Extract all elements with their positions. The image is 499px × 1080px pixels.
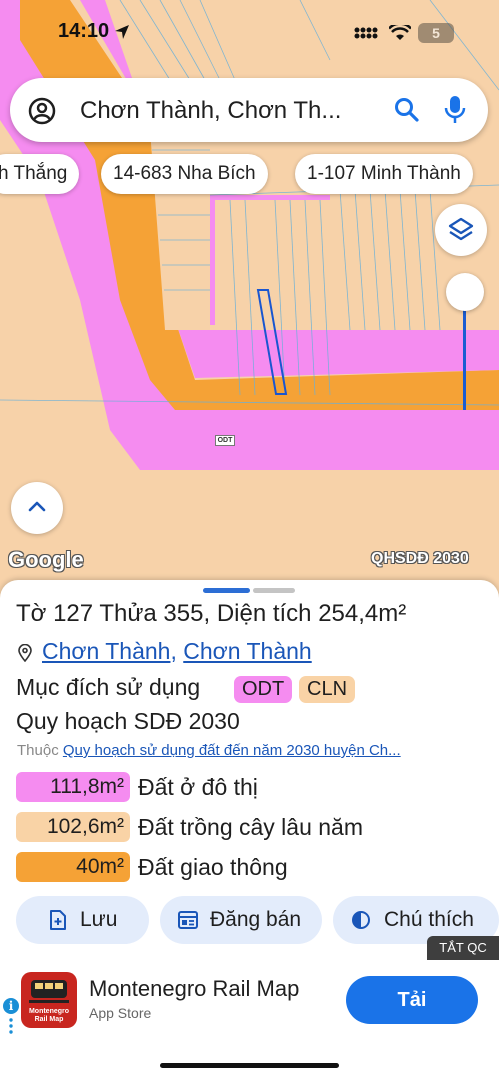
chip-parcel-3[interactable]: 1-107 Minh Thành <box>295 154 473 194</box>
search-icon[interactable] <box>394 97 420 123</box>
wifi-icon <box>389 25 411 40</box>
address-separator: , <box>170 638 184 664</box>
ad-info-icon[interactable]: i <box>3 998 19 1014</box>
account-icon[interactable] <box>28 97 56 125</box>
app-icon-text: Rail Map <box>34 1016 64 1023</box>
post-sale-button[interactable]: Đăng bán <box>160 896 322 944</box>
chip-parcel-1[interactable]: h Thắng <box>0 154 80 194</box>
chevron-up-icon <box>28 501 46 512</box>
app-icon[interactable]: Montenegro Rail Map <box>21 972 77 1028</box>
layers-icon <box>448 217 474 241</box>
map-layer-label: QHSDĐ 2030 <box>371 550 469 567</box>
chip-parcel-2[interactable]: 14-683 Nha Bích <box>101 154 268 194</box>
plan-title: Quy hoạch SDĐ 2030 <box>16 708 240 734</box>
save-label: Lưu <box>80 908 118 931</box>
area-name: Đất ở đô thị <box>138 774 258 800</box>
microphone-icon[interactable] <box>444 95 466 125</box>
install-button[interactable]: Tải <box>346 976 478 1024</box>
commune-link[interactable]: Chơn Thành <box>42 638 170 664</box>
status-bar: 14:10 5 <box>0 0 499 62</box>
chip-label: h Thắng <box>0 163 68 184</box>
ad-banner[interactable]: i Montenegro Rail Map Montenegro Rail Ma… <box>0 960 499 1040</box>
plan-source-prefix: Thuộc <box>17 742 59 759</box>
app-icon-text: Montenegro <box>28 1008 70 1015</box>
home-indicator[interactable] <box>160 1063 339 1068</box>
listing-icon <box>178 911 198 929</box>
area-value: 102,6m² <box>16 812 130 842</box>
train-icon <box>29 980 69 1003</box>
area-value: 111,8m² <box>16 772 130 802</box>
battery-indicator: 5 <box>418 23 454 43</box>
signal-icon <box>354 27 378 39</box>
purpose-label: Mục đích sử dụng <box>16 674 201 700</box>
sheet-handle[interactable] <box>253 588 295 593</box>
land-tag-cln: CLN <box>299 676 356 703</box>
save-button[interactable]: Lưu <box>16 896 149 944</box>
search-input[interactable]: Chơn Thành, Chơn Th... <box>80 97 341 125</box>
contrast-icon <box>352 911 370 929</box>
status-time: 14:10 <box>58 20 110 42</box>
layers-button[interactable] <box>435 204 487 256</box>
land-tag-odt: ODT <box>234 676 293 703</box>
chip-label: 14-683 Nha Bích <box>113 163 256 184</box>
area-name: Đất trồng cây lâu năm <box>138 814 364 840</box>
location-pin-icon <box>18 644 32 662</box>
ad-title: Montenegro Rail Map <box>89 976 300 1001</box>
chip-label: 1-107 Minh Thành <box>307 163 461 184</box>
area-value: 40m² <box>16 852 130 882</box>
close-ad-button[interactable]: TẮT QC <box>427 936 499 960</box>
parcel-title: Tờ 127 Thửa 355, Diện tích 254,4m² <box>16 600 407 627</box>
sheet-handle-active[interactable] <box>203 588 250 593</box>
district-link[interactable]: Chơn Thành <box>183 638 311 664</box>
ad-menu-icon[interactable] <box>9 1018 13 1034</box>
expand-up-button[interactable] <box>11 482 63 534</box>
plan-source: Thuộc Quy hoạch sử dụng đất đến năm 2030… <box>17 742 401 759</box>
area-name: Đất giao thông <box>138 854 288 880</box>
opacity-slider-track[interactable] <box>463 310 466 410</box>
parcel-address: Chơn Thành, Chơn Thành <box>42 638 312 665</box>
zone-label-odt: ODT <box>215 435 235 446</box>
post-sale-label: Đăng bán <box>210 908 302 931</box>
search-bar[interactable]: Chơn Thành, Chơn Th... <box>10 78 488 142</box>
google-logo: Google <box>8 547 84 572</box>
ad-subtitle: App Store <box>89 1005 152 1021</box>
opacity-slider-knob[interactable] <box>446 273 484 311</box>
add-file-icon <box>50 910 66 930</box>
location-arrow-icon <box>115 25 129 39</box>
plan-source-link[interactable]: Quy hoạch sử dụng đất đến năm 2030 huyện… <box>63 742 401 759</box>
